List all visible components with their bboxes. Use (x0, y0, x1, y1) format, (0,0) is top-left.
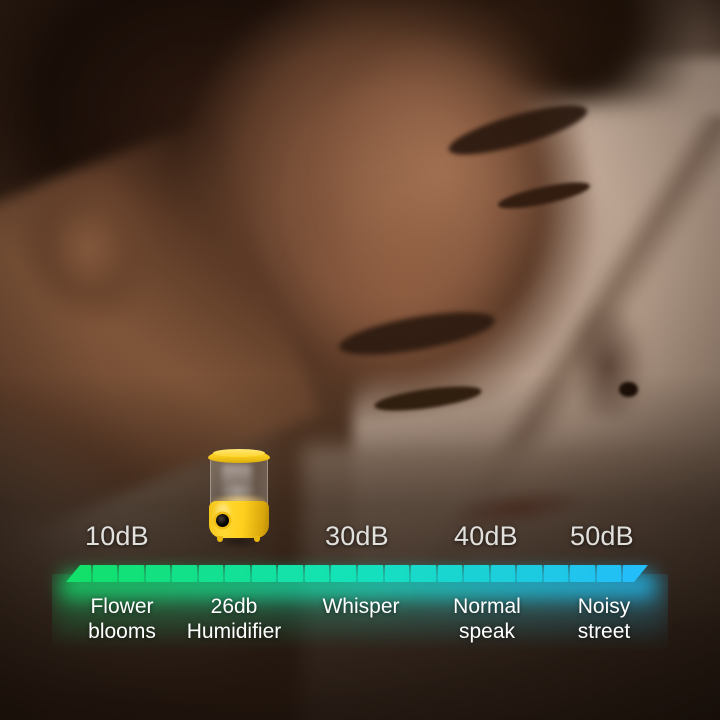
led-segment (93, 565, 118, 582)
led-segment (199, 565, 224, 582)
noise-source-label: Noisy street (577, 595, 631, 643)
led-segment (597, 565, 622, 582)
led-segment (252, 565, 277, 582)
led-segment (305, 565, 330, 582)
led-segment (491, 565, 516, 582)
led-segment (411, 565, 436, 582)
db-mark-30db: 30dB (325, 521, 389, 551)
db-scale-labels: 10dB 30dB 40dB 50dB (0, 521, 720, 555)
led-segment (146, 565, 171, 582)
led-segment (385, 565, 410, 582)
led-segment (517, 565, 542, 582)
led-segment (464, 565, 489, 582)
led-segment (331, 565, 356, 582)
led-segment (278, 565, 303, 582)
led-segment (570, 565, 595, 582)
led-segment (172, 565, 197, 582)
db-mark-50db: 50dB (570, 521, 634, 551)
noise-level-bar (66, 565, 648, 582)
led-segment (544, 565, 569, 582)
led-segment (119, 565, 144, 582)
humidifier-lid-top (213, 449, 265, 457)
noise-source-labels: Flower blooms 26db Humidifier Whisper Norma… (0, 594, 720, 650)
led-segment (438, 565, 463, 582)
db-mark-40db: 40dB (454, 521, 518, 551)
led-segment (225, 565, 250, 582)
db-mark-10db: 10dB (85, 521, 149, 551)
product-marketing-image: 10dB 30dB 40dB 50dB Flower blooms 26db Humid… (0, 0, 720, 720)
led-segment (358, 565, 383, 582)
